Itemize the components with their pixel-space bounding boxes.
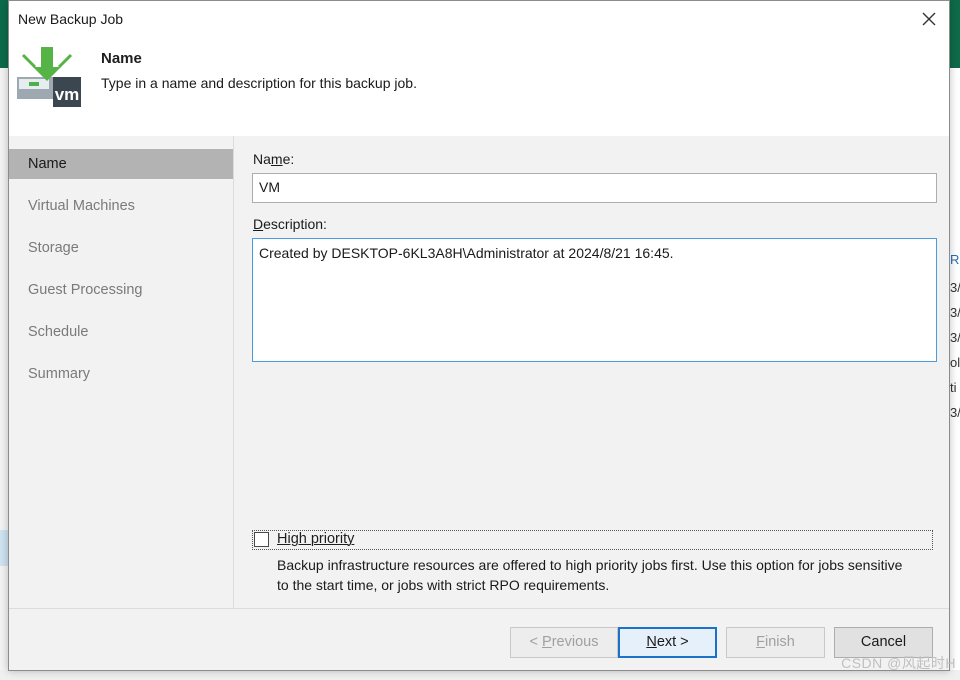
high-priority-option[interactable]: High priority [252, 530, 933, 550]
background-app-text: 3/ [950, 280, 960, 295]
previous-button[interactable]: < Previous [510, 627, 618, 658]
high-priority-checkbox[interactable] [254, 532, 269, 547]
background-app-text: ti [950, 380, 957, 395]
description-field-label: Description: [253, 216, 327, 232]
sidebar-item-storage[interactable]: Storage [9, 233, 233, 263]
name-field-label: Name: [253, 151, 295, 167]
high-priority-label[interactable]: High priority [277, 531, 354, 547]
background-app-text: Ru [950, 252, 960, 267]
backup-vm-icon: vm [17, 47, 81, 107]
finish-button[interactable]: Finish [726, 627, 825, 658]
svg-text:vm: vm [55, 85, 80, 104]
next-button[interactable]: Next > [618, 627, 717, 658]
background-app-text: ol [950, 355, 960, 370]
wizard-header: vm Name Type in a name and description f… [9, 38, 949, 136]
description-textarea-value: Created by DESKTOP-6KL3A8H\Administrator… [259, 245, 674, 261]
high-priority-hint: Backup infrastructure resources are offe… [277, 557, 903, 593]
wizard-step-subtitle: Type in a name and description for this … [101, 75, 417, 91]
description-textarea[interactable]: Created by DESKTOP-6KL3A8H\Administrator… [252, 238, 937, 362]
wizard-step-title: Name [101, 50, 142, 67]
wizard-content: Name: VM Description: Created by DESKTOP… [234, 136, 949, 608]
sidebar-item-summary[interactable]: Summary [9, 359, 233, 389]
dialog-titlebar: New Backup Job [9, 1, 949, 38]
watermark: CSDN @风起时H [841, 655, 956, 671]
background-app-right-panel [950, 68, 960, 680]
sidebar-item-virtual-machines[interactable]: Virtual Machines [9, 191, 233, 221]
background-app-text: 3/ [950, 330, 960, 345]
background-app-text: 3/ [950, 305, 960, 320]
sidebar-item-name[interactable]: Name [9, 149, 233, 179]
sidebar-item-schedule[interactable]: Schedule [9, 317, 233, 347]
sidebar-item-guest-processing[interactable]: Guest Processing [9, 275, 233, 305]
background-app-text: 3/ [950, 405, 960, 420]
new-backup-job-dialog: New Backup Job vm Name Type in a name an… [8, 0, 950, 671]
wizard-steps-sidebar: Name Virtual Machines Storage Guest Proc… [9, 136, 234, 608]
wizard-footer: < Previous Next > Finish Cancel [9, 608, 949, 670]
dialog-title: New Backup Job [18, 11, 124, 27]
name-input[interactable]: VM [252, 173, 937, 203]
close-icon [922, 12, 936, 26]
close-button[interactable] [917, 7, 941, 31]
name-input-value: VM [259, 179, 280, 195]
background-app-footer [0, 670, 960, 680]
